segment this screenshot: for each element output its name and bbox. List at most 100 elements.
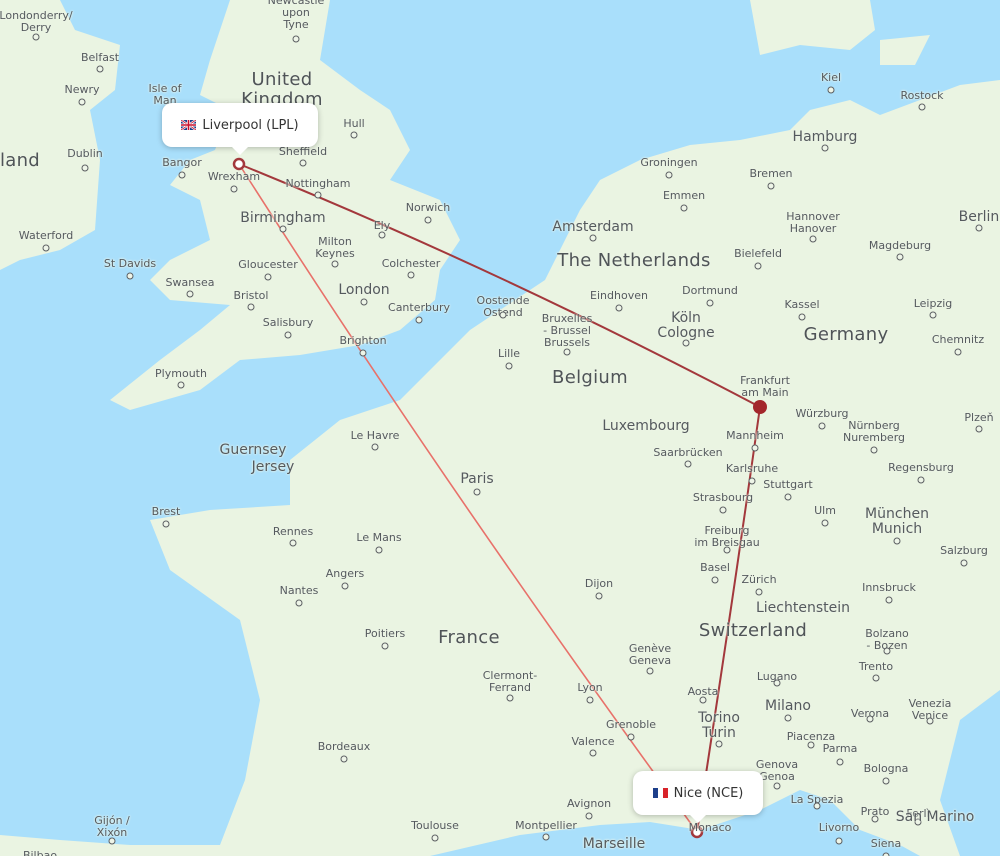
city-marker-nantes bbox=[295, 599, 303, 607]
city-marker-birmingham bbox=[279, 225, 287, 233]
city-label-london: London bbox=[338, 282, 390, 298]
city-marker-nottingham bbox=[314, 191, 322, 199]
city-label-bruxelles-brussel-brussels: Bruxelles - Brussel Brussels bbox=[541, 312, 593, 349]
city-label-karlsruhe: Karlsruhe bbox=[725, 462, 779, 475]
city-marker-livorno bbox=[835, 837, 843, 845]
city-marker-bristol bbox=[247, 303, 255, 311]
city-marker-salisbury bbox=[284, 331, 292, 339]
city-marker-genova-genoa bbox=[773, 782, 781, 790]
city-label-wrexham: Wrexham bbox=[207, 170, 261, 183]
origin-label: Liverpool (LPL) bbox=[202, 117, 299, 133]
city-label-stuttgart: Stuttgart bbox=[763, 478, 813, 491]
city-marker-plymouth bbox=[177, 381, 185, 389]
city-label-saarbrucken: Saarbrücken bbox=[653, 446, 723, 459]
city-label-milton-keynes: Milton Keynes bbox=[315, 235, 355, 260]
city-marker-verona bbox=[866, 715, 874, 723]
city-marker-wrexham bbox=[230, 185, 238, 193]
city-label-st-davids: St Davids bbox=[103, 257, 157, 270]
city-marker-eindhoven bbox=[615, 304, 623, 312]
city-marker-amsterdam bbox=[589, 234, 597, 242]
origin-popup[interactable]: Liverpool (LPL) bbox=[162, 103, 318, 155]
city-marker-poitiers bbox=[381, 642, 389, 650]
city-marker-ely bbox=[378, 231, 386, 239]
city-marker-leipzig bbox=[929, 311, 937, 319]
city-marker-montpellier bbox=[542, 833, 550, 841]
city-marker-newry bbox=[78, 98, 86, 106]
country-label-germany: Germany bbox=[803, 324, 889, 345]
city-label-innsbruck: Innsbruck bbox=[862, 581, 916, 594]
city-label-torino-turin: Torino Turin bbox=[698, 710, 740, 741]
city-label-newcastle-upon-tyne: Newcastle upon Tyne bbox=[267, 0, 325, 31]
city-label-sheffield: Sheffield bbox=[278, 145, 328, 158]
city-marker-saarbrucken bbox=[684, 460, 692, 468]
city-label-salisbury: Salisbury bbox=[262, 316, 314, 329]
city-label-angers: Angers bbox=[325, 567, 365, 580]
city-label-magdeburg: Magdeburg bbox=[868, 239, 932, 252]
city-label-guernsey: Guernsey bbox=[219, 442, 287, 458]
city-label-colchester: Colchester bbox=[381, 257, 441, 270]
city-label-waterford: Waterford bbox=[18, 229, 74, 242]
city-marker-regensburg bbox=[917, 476, 925, 484]
city-marker-londonderry-derry bbox=[32, 33, 40, 41]
city-marker-bruxelles-brussel-brussels bbox=[563, 348, 571, 356]
city-label-bielefeld: Bielefeld bbox=[734, 247, 782, 260]
city-label-freiburg-im-breisgau: Freiburg im Breisgau bbox=[694, 524, 760, 549]
city-label-plzen: Plzeň bbox=[964, 411, 994, 424]
city-label-hamburg: Hamburg bbox=[792, 129, 858, 145]
city-label-livorno: Livorno bbox=[818, 821, 860, 834]
city-marker-strasbourg bbox=[719, 506, 727, 514]
city-label-hull: Hull bbox=[343, 117, 365, 130]
city-marker-bielefeld bbox=[754, 262, 762, 270]
city-marker-trento bbox=[872, 674, 880, 682]
city-marker-clermont-ferrand bbox=[506, 694, 514, 702]
city-marker-plzen bbox=[975, 425, 983, 433]
city-label-le-mans: Le Mans bbox=[356, 531, 402, 544]
city-label-strasbourg: Strasbourg bbox=[692, 491, 754, 504]
city-label-brest: Brest bbox=[151, 505, 181, 518]
city-marker-parma bbox=[836, 758, 844, 766]
city-marker-innsbruck bbox=[885, 596, 893, 604]
city-marker-brighton bbox=[359, 349, 367, 357]
city-marker-salzburg bbox=[960, 559, 968, 567]
city-label-gloucester: Gloucester bbox=[238, 258, 298, 271]
destination-popup[interactable]: Nice (NCE) bbox=[633, 771, 763, 823]
city-label-siena: Siena bbox=[870, 837, 902, 850]
city-label-bologna: Bologna bbox=[863, 762, 909, 775]
land-continent bbox=[0, 80, 1000, 856]
city-label-dublin: Dublin bbox=[67, 147, 103, 160]
city-marker-kassel bbox=[798, 313, 806, 321]
city-marker-dublin bbox=[81, 164, 89, 172]
city-label-salzburg: Salzburg bbox=[940, 544, 988, 557]
city-marker-magdeburg bbox=[896, 253, 904, 261]
city-marker-koln-cologne bbox=[682, 339, 690, 347]
city-marker-belfast bbox=[96, 65, 104, 73]
city-label-chemnitz: Chemnitz bbox=[931, 333, 985, 346]
city-marker-le-mans bbox=[375, 546, 383, 554]
city-marker-emmen bbox=[680, 204, 688, 212]
city-marker-dijon bbox=[595, 592, 603, 600]
city-label-jersey: Jersey bbox=[251, 459, 295, 475]
city-label-birmingham: Birmingham bbox=[240, 210, 326, 226]
city-label-wurzburg: Würzburg bbox=[795, 407, 849, 420]
city-marker-aosta bbox=[699, 696, 707, 704]
city-label-luxembourg: Luxembourg bbox=[602, 418, 690, 434]
city-label-amsterdam: Amsterdam bbox=[552, 219, 634, 235]
country-label-france: France bbox=[438, 627, 500, 648]
country-label-the-netherlands: The Netherlands bbox=[557, 250, 711, 271]
city-marker-venezia-venice bbox=[926, 717, 934, 725]
city-label-san-marino: San Marino bbox=[895, 809, 975, 825]
map[interactable]: United Kingdom The Netherlands Belgium Germa… bbox=[0, 0, 1000, 856]
country-label-land: land bbox=[0, 150, 41, 171]
city-label-emmen: Emmen bbox=[662, 189, 706, 202]
gb-flag-icon bbox=[181, 120, 197, 130]
city-marker-sheffield bbox=[299, 159, 307, 167]
land-denmark bbox=[750, 0, 875, 55]
city-label-bangor: Bangor bbox=[162, 156, 202, 169]
city-label-grenoble: Grenoble bbox=[605, 718, 657, 731]
city-marker-le-havre bbox=[371, 443, 379, 451]
city-label-valence: Valence bbox=[571, 735, 615, 748]
city-marker-milton-keynes bbox=[331, 260, 339, 268]
country-label-belgium: Belgium bbox=[552, 367, 628, 388]
city-marker-gloucester bbox=[264, 273, 272, 281]
city-marker-zurich bbox=[755, 588, 763, 596]
